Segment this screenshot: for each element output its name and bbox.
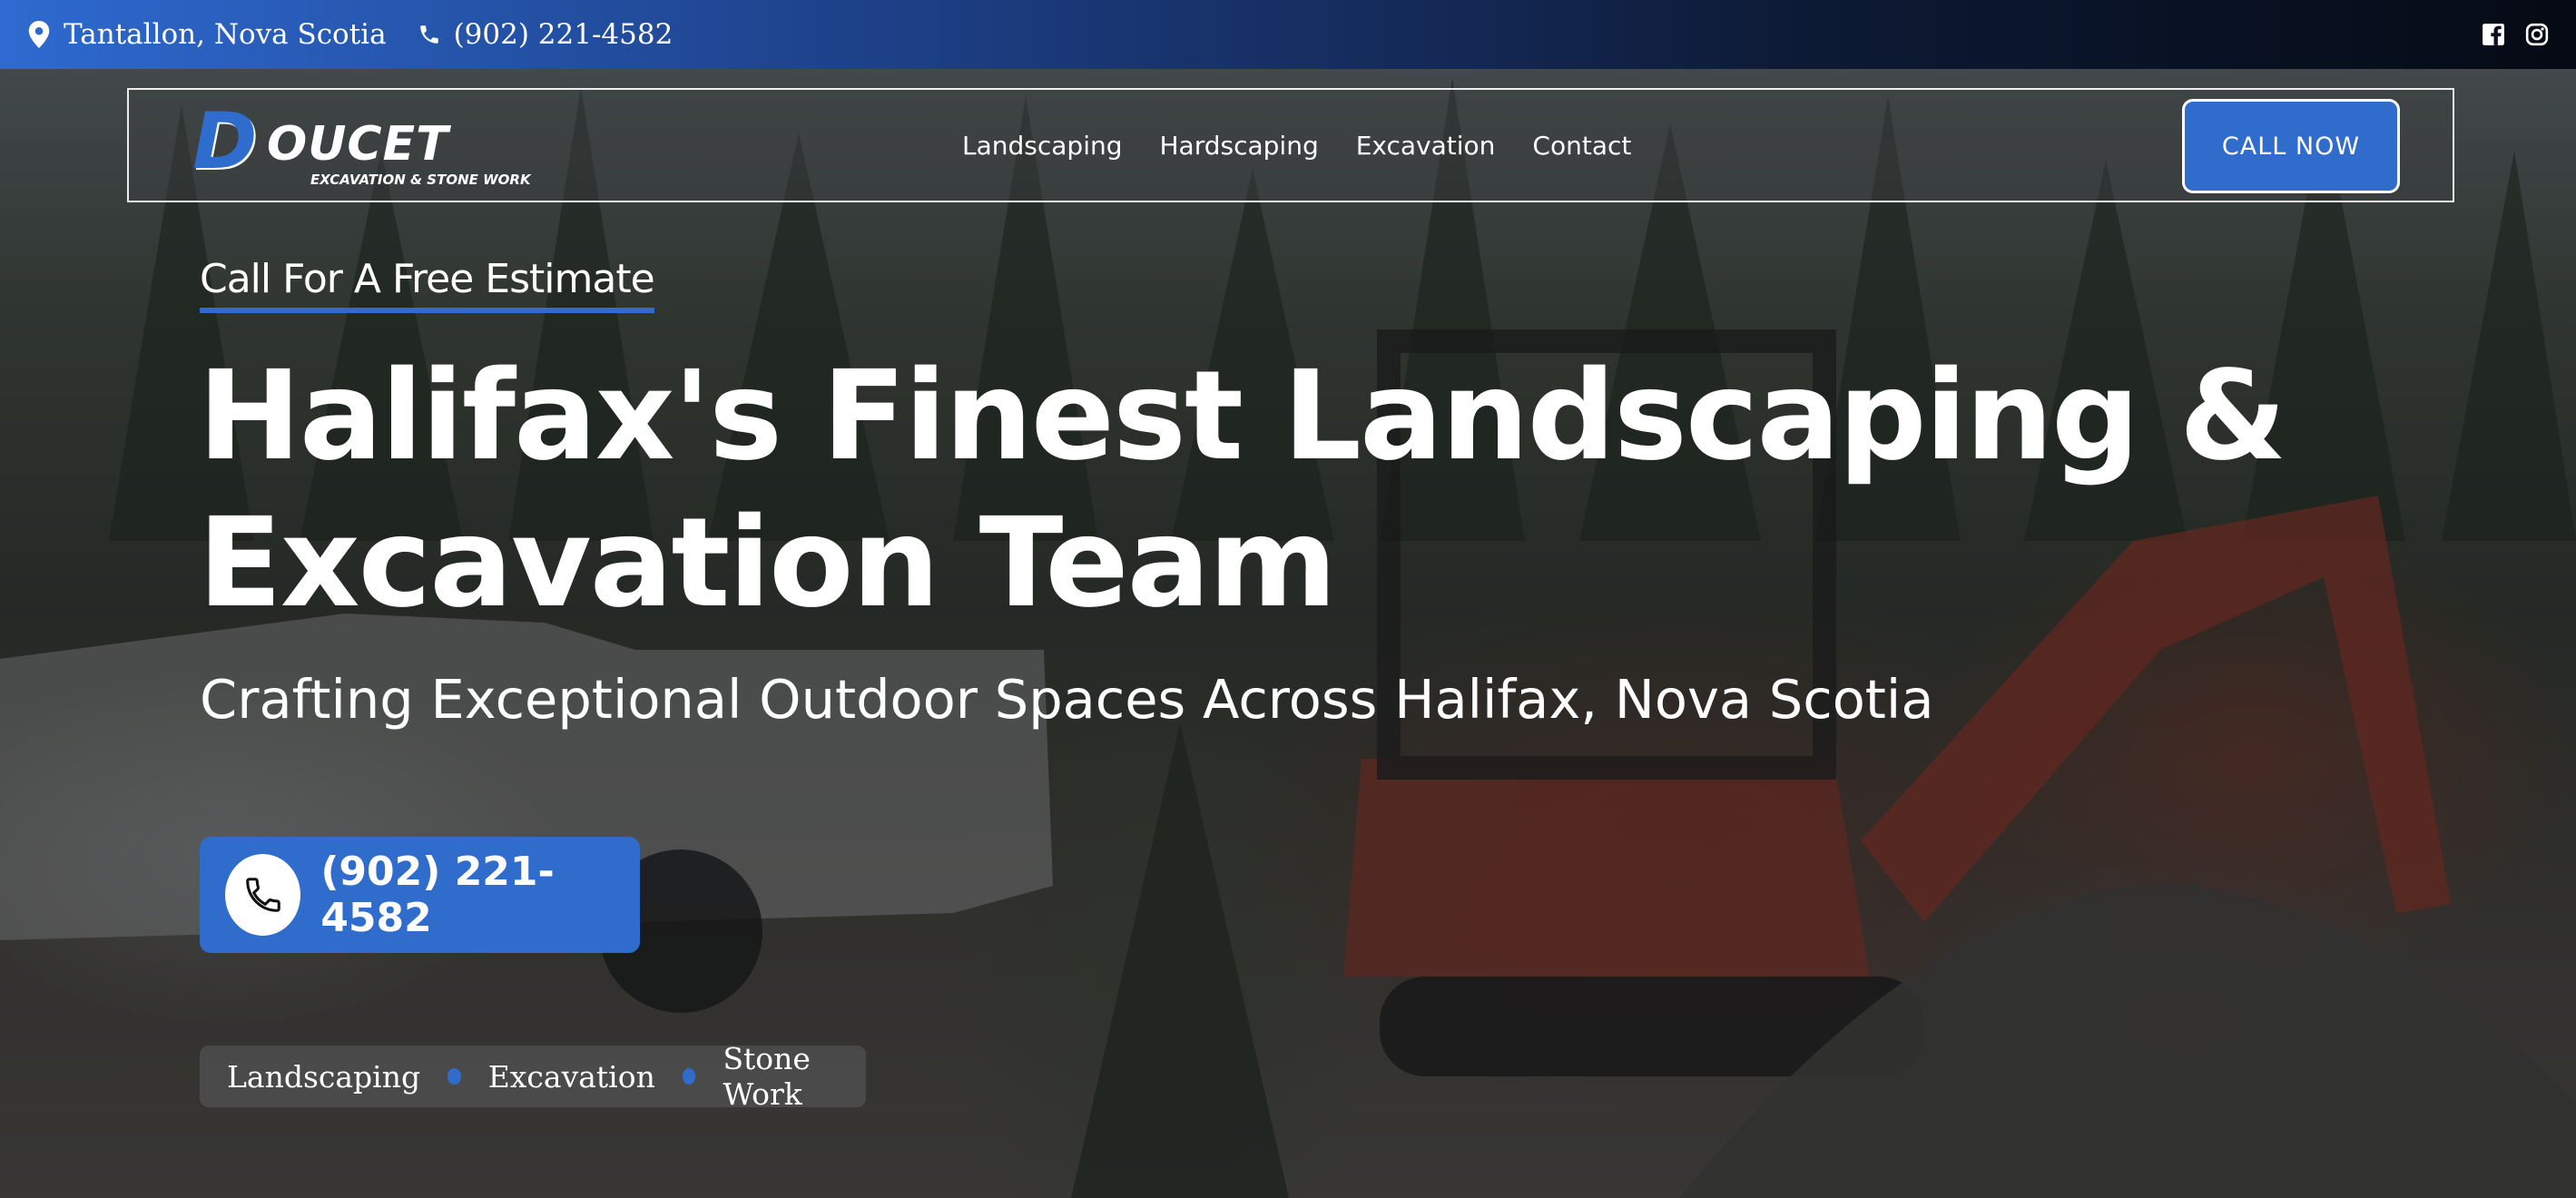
facebook-icon[interactable]	[2482, 23, 2505, 46]
call-now-button[interactable]: CALL NOW	[2182, 99, 2400, 193]
hero-phone-number[interactable]: (902) 221-4582	[320, 849, 640, 941]
social-links	[2482, 23, 2549, 46]
hero-headline-line2: Excavation Team	[198, 492, 1337, 635]
main-navigation: D OUCET EXCAVATION & STONE WORK Landscap…	[127, 88, 2454, 202]
hero-eyebrow: Call For A Free Estimate	[200, 256, 655, 313]
tag-excavation: Excavation	[487, 1058, 655, 1095]
hero-subheadline: Crafting Exceptional Outdoor Spaces Acro…	[200, 668, 1934, 731]
nav-item-excavation[interactable]: Excavation	[1356, 131, 1496, 161]
nav-item-landscaping[interactable]: Landscaping	[962, 131, 1123, 161]
phone-text[interactable]: (902) 221-4582	[454, 18, 673, 51]
logo-tagline: EXCAVATION & STONE WORK	[310, 172, 531, 188]
location-info: Tantallon, Nova Scotia	[27, 18, 387, 51]
tag-separator-dot	[447, 1068, 461, 1085]
location-text: Tantallon, Nova Scotia	[64, 18, 387, 51]
logo-wordmark: OUCET	[267, 117, 449, 172]
company-logo[interactable]: D OUCET EXCAVATION & STONE WORK	[192, 96, 531, 191]
tag-landscaping: Landscaping	[227, 1058, 421, 1095]
instagram-icon[interactable]	[2525, 23, 2549, 46]
top-bar: Tantallon, Nova Scotia (902) 221-4582	[0, 0, 2576, 69]
hero-headline-line1: Halifax's Finest Landscaping &	[198, 345, 2286, 488]
phone-info[interactable]: (902) 221-4582	[418, 18, 673, 51]
hero-headline: Halifax's Finest Landscaping & Excavatio…	[198, 343, 2286, 637]
nav-menu: Landscaping Hardscaping Excavation Conta…	[962, 90, 1631, 201]
phone-icon	[245, 878, 280, 912]
map-pin-icon	[28, 21, 50, 48]
nav-item-contact[interactable]: Contact	[1532, 131, 1631, 161]
phone-button-icon-circle	[225, 854, 301, 936]
hero-phone-button[interactable]: (902) 221-4582	[200, 837, 640, 953]
service-tags: Landscaping Excavation Stone Work	[200, 1041, 866, 1112]
phone-icon	[419, 25, 438, 44]
nav-item-hardscaping[interactable]: Hardscaping	[1160, 131, 1319, 161]
tag-stone-work: Stone Work	[723, 1041, 811, 1112]
tag-separator-dot	[682, 1068, 696, 1085]
logo-mark: D	[192, 96, 257, 187]
